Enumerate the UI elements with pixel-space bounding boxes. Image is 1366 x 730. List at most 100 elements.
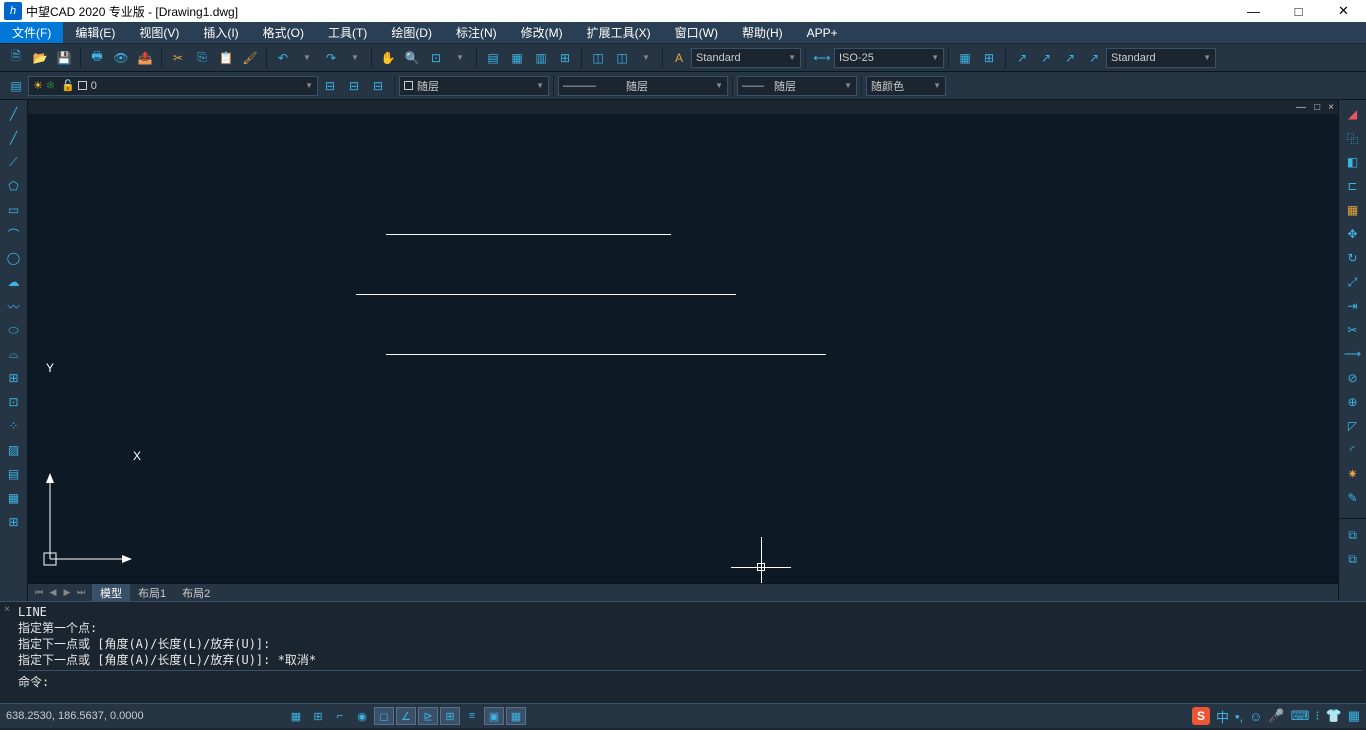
layer-iso-icon[interactable]: ⊟ [367,75,389,97]
model-toggle[interactable]: ≡ [462,707,482,725]
undo-arrow-icon[interactable]: ▼ [296,47,318,69]
print-preview-icon[interactable]: 👁 [110,47,132,69]
layer-prev-icon[interactable]: ⊟ [319,75,341,97]
scale-icon[interactable]: ⤢ [1342,271,1364,293]
tray-mic-icon[interactable]: 🎤 [1268,708,1284,724]
menu-扩展工具[interactable]: 扩展工具(X) [575,22,663,43]
circle-icon[interactable]: ◯ [3,247,25,269]
table-icon[interactable]: ⊞ [978,47,1000,69]
match-icon[interactable]: 🖌 [239,47,261,69]
block-icon[interactable]: ◫ [587,47,609,69]
undo-icon[interactable]: ↶ [272,47,294,69]
region-icon[interactable]: ▦ [3,487,25,509]
table-style-dropdown[interactable]: Standard▼ [1106,48,1216,68]
tab-布局1[interactable]: 布局1 [130,584,174,601]
calc-icon[interactable]: ⊞ [554,47,576,69]
array-icon[interactable]: ▦ [1342,199,1364,221]
mleader-style-icon[interactable]: ↗ [1083,47,1105,69]
menu-绘图[interactable]: 绘图(D) [379,22,444,43]
tray-grid-icon[interactable]: ▦ [1348,708,1360,724]
text-style-dropdown[interactable]: Standard▼ [691,48,801,68]
pan-icon[interactable]: ✋ [377,47,399,69]
menu-格式[interactable]: 格式(O) [251,22,316,43]
tab-first-icon[interactable]: ⏮ [32,587,46,598]
dim-style-dropdown[interactable]: ISO-25▼ [834,48,944,68]
layer-dropdown[interactable]: ☀❄🔓 0▼ [28,76,318,96]
offset-icon[interactable]: ⊏ [1342,175,1364,197]
tab-布局2[interactable]: 布局2 [174,584,218,601]
xline-icon[interactable]: ╱ [3,127,25,149]
copy2-icon[interactable]: ⿻ [1342,127,1364,149]
tab-last-icon[interactable]: ⏭ [74,587,88,598]
erase-icon[interactable]: ◢ [1342,103,1364,125]
ortho-toggle[interactable]: ⌐ [330,707,350,725]
rotate-icon[interactable]: ↻ [1342,247,1364,269]
command-input[interactable] [49,675,1362,689]
text-style-icon[interactable]: A [668,47,690,69]
menu-工具[interactable]: 工具(T) [316,22,379,43]
save-icon[interactable]: 💾 [53,47,75,69]
tab-next-icon[interactable]: ▶ [60,587,74,598]
polygon-icon[interactable]: ⬠ [3,175,25,197]
polar-toggle[interactable]: ◉ [352,707,372,725]
spline-icon[interactable]: 〰 [3,295,25,317]
lwt-toggle[interactable]: ⊞ [440,707,460,725]
close-button[interactable]: ✕ [1321,0,1366,22]
menu-文件[interactable]: 文件(F) [0,22,63,43]
insert-block-icon[interactable]: ⊞ [3,367,25,389]
block2-icon[interactable]: ◫ [611,47,633,69]
sc-toggle[interactable]: ▦ [506,707,526,725]
mleader-icon[interactable]: ↗ [1011,47,1033,69]
revcloud-icon[interactable]: ☁ [3,271,25,293]
menu-修改[interactable]: 修改(M) [509,22,575,43]
paste-icon[interactable]: 📋 [215,47,237,69]
table-style-icon[interactable]: ▦ [954,47,976,69]
snap-toggle[interactable]: ▦ [286,707,306,725]
block-arrow-icon[interactable]: ▼ [635,47,657,69]
color-dropdown[interactable]: 随层▼ [399,76,549,96]
zoom-arrow-icon[interactable]: ▼ [449,47,471,69]
drawing-minimize-button[interactable]: — [1296,102,1306,113]
tray-keyboard-icon[interactable]: ⌨ [1291,708,1310,724]
rectangle-icon[interactable]: ▭ [3,199,25,221]
redo-arrow-icon[interactable]: ▼ [344,47,366,69]
arc-icon[interactable]: ⌒ [3,223,25,245]
make-block-icon[interactable]: ⊡ [3,391,25,413]
otrack-toggle[interactable]: ∠ [396,707,416,725]
line-entity[interactable] [356,294,736,295]
ime-icon[interactable]: S [1192,707,1210,725]
linetype-dropdown[interactable]: ———随层▼ [558,76,728,96]
open-icon[interactable]: 📂 [29,47,51,69]
fillet-icon[interactable]: ◜ [1342,439,1364,461]
cut-icon[interactable]: ✂ [167,47,189,69]
hatch-icon[interactable]: ▨ [3,439,25,461]
menu-编辑[interactable]: 编辑(E) [63,22,127,43]
drawing-maximize-button[interactable]: □ [1314,102,1320,113]
gradient-icon[interactable]: ▤ [3,463,25,485]
grid-toggle[interactable]: ⊞ [308,707,328,725]
menu-帮助[interactable]: 帮助(H) [730,22,795,43]
drawing-close-button[interactable]: × [1328,102,1334,113]
designcenter-icon[interactable]: ▦ [506,47,528,69]
point-icon[interactable]: ⁘ [3,415,25,437]
minimize-button[interactable]: — [1231,0,1276,22]
tab-prev-icon[interactable]: ◀ [46,587,60,598]
properties-icon[interactable]: ▤ [482,47,504,69]
osnap-toggle[interactable]: ◻ [374,707,394,725]
zoom-window-icon[interactable]: ⊡ [425,47,447,69]
line-entity[interactable] [386,234,671,235]
drawing-canvas[interactable]: Y X [28,114,1338,583]
extend-icon[interactable]: ⟶ [1342,343,1364,365]
mleader3-icon[interactable]: ↗ [1059,47,1081,69]
join-icon[interactable]: ⊕ [1342,391,1364,413]
maximize-button[interactable]: □ [1276,0,1321,22]
chamfer-icon[interactable]: ◸ [1342,415,1364,437]
menu-APP+[interactable]: APP+ [795,22,850,43]
menu-视图[interactable]: 视图(V) [127,22,191,43]
toolpalette-icon[interactable]: ▥ [530,47,552,69]
trim-icon[interactable]: ✂ [1342,319,1364,341]
redo-icon[interactable]: ↷ [320,47,342,69]
tray-emoji-icon[interactable]: ☺ [1249,709,1262,724]
lineweight-dropdown[interactable]: ——随层▼ [737,76,857,96]
plotcolor-dropdown[interactable]: 随颜色▼ [866,76,946,96]
